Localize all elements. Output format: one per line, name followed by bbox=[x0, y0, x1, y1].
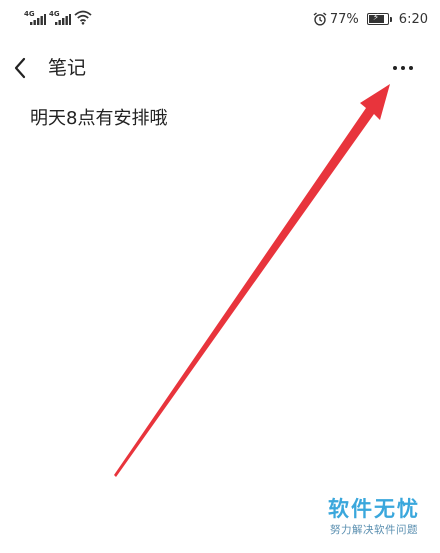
watermark-title: 软件无忧 bbox=[328, 497, 420, 521]
app-bar: 笔记 bbox=[0, 44, 440, 92]
chevron-left-icon bbox=[14, 57, 26, 79]
watermark: 软件无忧 努力解决软件问题 bbox=[318, 496, 430, 538]
battery-percent: 77% bbox=[329, 11, 359, 27]
back-button[interactable] bbox=[10, 54, 36, 82]
page-title: 笔记 bbox=[48, 57, 87, 79]
wifi-icon bbox=[74, 10, 92, 25]
status-bar: 4G 4G 77% ⚡ 6:20 bbox=[0, 0, 440, 40]
watermark-subtitle: 努力解决软件问题 bbox=[330, 524, 418, 536]
note-screen: 4G 4G 77% ⚡ 6:20 笔记 明天8点有安排哦 软件无忧 努力解决软件… bbox=[0, 0, 440, 553]
more-options-button[interactable] bbox=[386, 54, 420, 82]
alarm-icon bbox=[313, 12, 327, 26]
more-horizontal-icon bbox=[393, 66, 413, 70]
signal-icon bbox=[55, 14, 71, 25]
clock-time: 6:20 bbox=[398, 11, 428, 27]
signal-icon bbox=[30, 14, 46, 25]
status-right-group: 77% ⚡ 6:20 bbox=[313, 10, 428, 28]
battery-icon: ⚡ bbox=[366, 13, 392, 25]
note-content[interactable]: 明天8点有安排哦 bbox=[30, 105, 167, 133]
charging-bolt-icon: ⚡ bbox=[372, 13, 380, 23]
annotation-arrow bbox=[114, 84, 390, 477]
